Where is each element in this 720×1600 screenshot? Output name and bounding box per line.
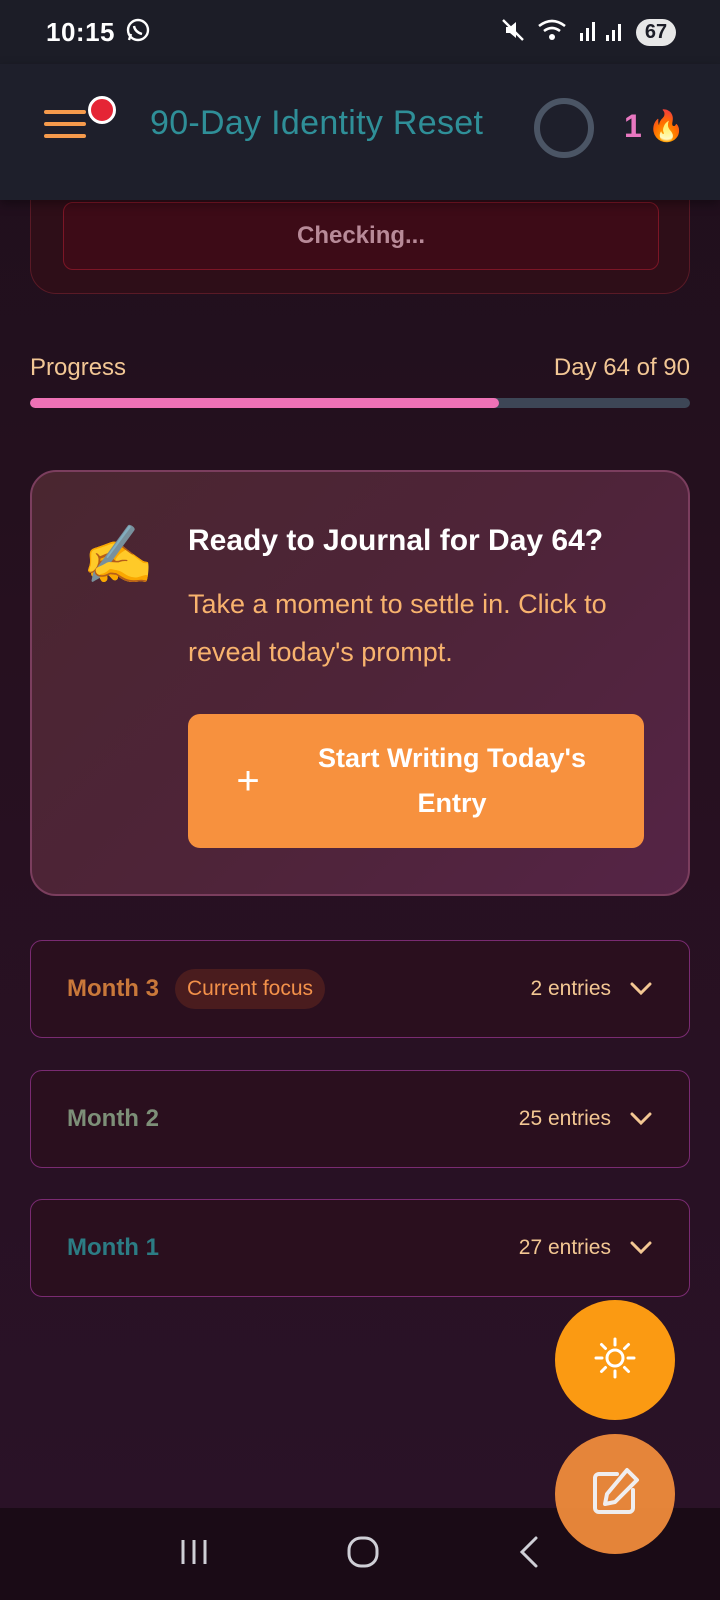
recent-apps-icon[interactable] <box>178 1537 210 1572</box>
notification-dot <box>88 96 116 124</box>
flame-icon: 🔥 <box>647 110 686 143</box>
month-name: Month 3 <box>67 975 159 1002</box>
status-right: 67 <box>500 17 676 48</box>
current-focus-badge: Current focus <box>174 969 326 1009</box>
month-name: Month 2 <box>67 1105 159 1132</box>
chevron-down-icon <box>629 1240 653 1256</box>
theme-toggle-button[interactable] <box>555 1300 675 1420</box>
checking-status-button[interactable]: Checking... <box>63 202 659 270</box>
start-writing-label: Start Writing Today's Entry <box>318 743 586 818</box>
sun-icon <box>593 1336 637 1385</box>
entries-count: 2 entries <box>530 977 611 1000</box>
month-meta: 2 entries <box>530 977 653 1001</box>
chevron-down-icon <box>629 981 653 997</box>
back-icon[interactable] <box>516 1535 542 1574</box>
signal-icon <box>578 17 626 48</box>
journal-description: Take a moment to settle in. Click to rev… <box>188 589 607 667</box>
menu-button[interactable] <box>44 96 116 148</box>
month-row-3[interactable]: Month 3 Current focus 2 entries <box>30 940 690 1038</box>
app-header: 90-Day Identity Reset 1 🔥 <box>0 64 720 200</box>
menu-icon <box>44 110 86 114</box>
month-meta: 25 entries <box>519 1107 653 1131</box>
app-title: 90-Day Identity Reset <box>150 104 484 142</box>
wifi-icon <box>536 17 568 48</box>
progress-day-text: Day 64 of 90 <box>553 354 690 381</box>
streak-counter: 1 🔥 <box>624 108 685 145</box>
plus-icon: + <box>236 759 260 803</box>
entries-count: 25 entries <box>518 1107 611 1130</box>
edit-icon <box>587 1464 643 1525</box>
progress-label: Progress <box>30 354 127 381</box>
month-row-2[interactable]: Month 2 25 entries <box>30 1070 690 1168</box>
chevron-down-icon <box>629 1111 653 1127</box>
journal-card: ✍️ Ready to Journal for Day 64? Take a m… <box>30 470 690 896</box>
streak-count: 1 <box>624 108 642 144</box>
month-name: Month 1 <box>67 1234 159 1261</box>
progress-header: Progress Day 64 of 90 <box>30 354 690 382</box>
writing-hand-icon: ✍️ <box>82 523 155 588</box>
mute-icon <box>500 17 526 48</box>
menu-icon-bar <box>44 134 86 138</box>
progress-bar <box>30 398 690 408</box>
journal-title: Ready to Journal for Day 64? <box>188 524 604 557</box>
progress-ring[interactable] <box>534 98 594 158</box>
month-row-1[interactable]: Month 1 27 entries <box>30 1199 690 1297</box>
progress-fill <box>30 398 500 408</box>
whatsapp-icon <box>125 17 151 48</box>
start-writing-button[interactable]: + Start Writing Today's Entry <box>188 714 644 848</box>
new-entry-button[interactable] <box>555 1434 675 1554</box>
status-left: 10:15 <box>46 17 151 48</box>
status-bar: 10:15 67 <box>0 0 720 64</box>
month-meta: 27 entries <box>519 1236 653 1260</box>
home-icon[interactable] <box>346 1535 380 1574</box>
entries-count: 27 entries <box>518 1236 611 1259</box>
status-time: 10:15 <box>46 16 115 47</box>
menu-icon-bar <box>44 122 86 126</box>
battery-indicator: 67 <box>636 18 676 46</box>
